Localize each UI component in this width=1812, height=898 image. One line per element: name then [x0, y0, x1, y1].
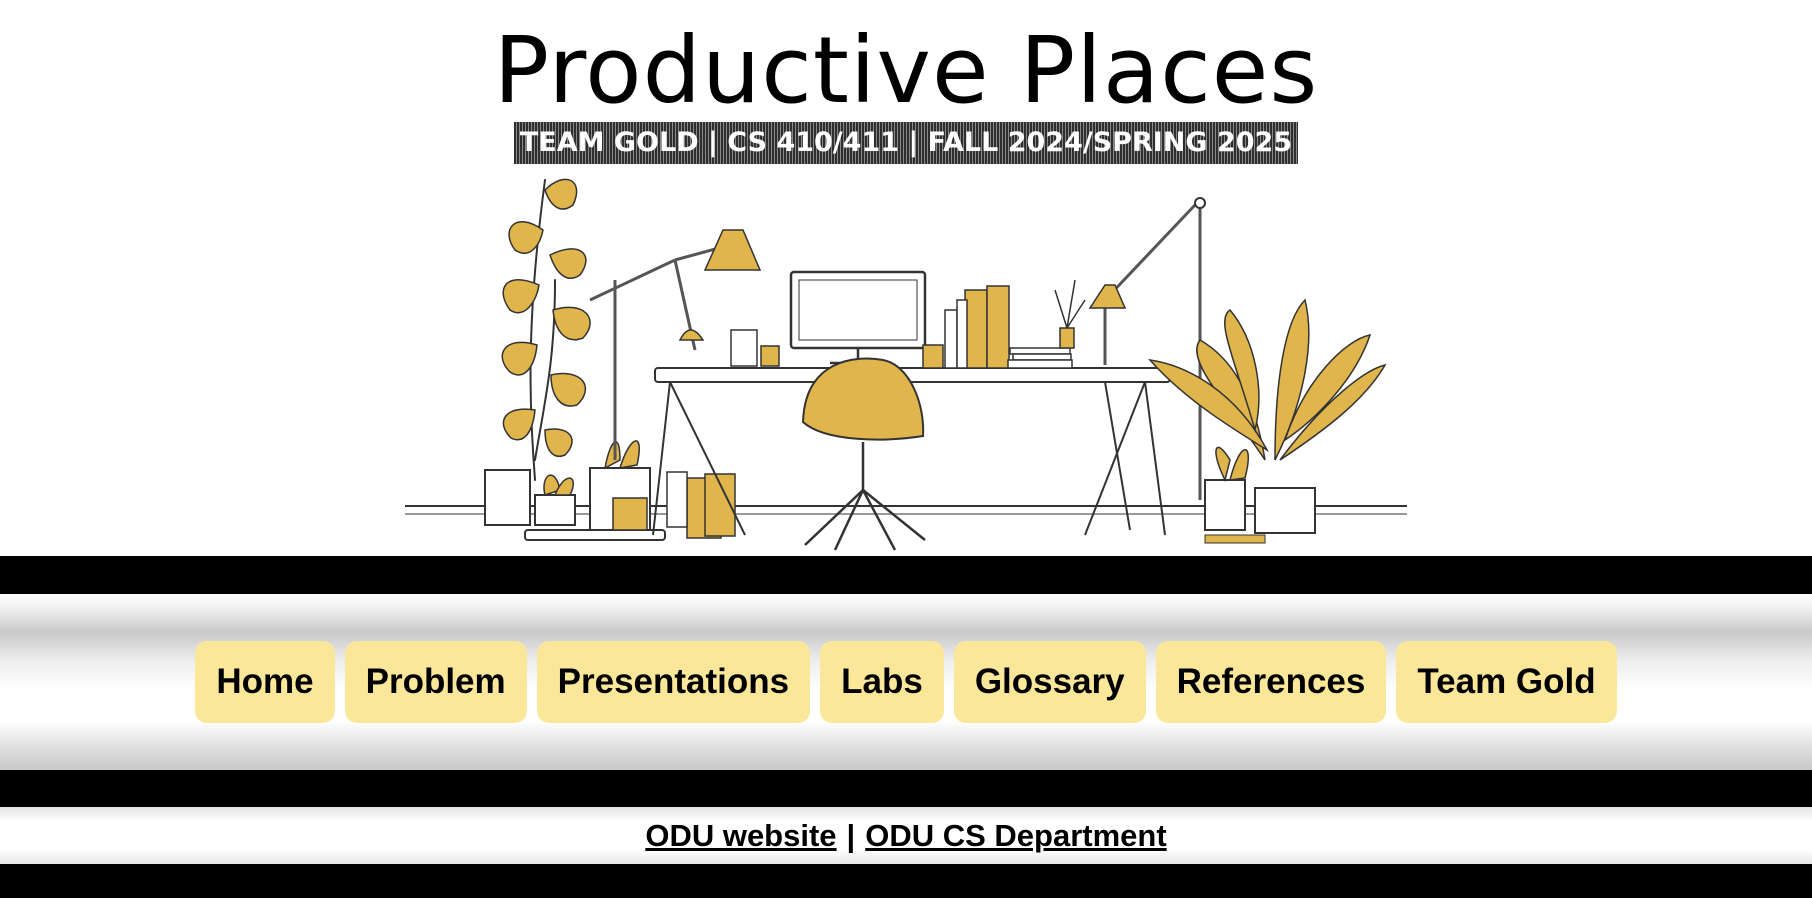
subtitle: TEAM GOLD | CS 410/411 | FALL 2024/SPRIN…: [513, 122, 1299, 164]
subtitle-wrap: TEAM GOLD | CS 410/411 | FALL 2024/SPRIN…: [0, 122, 1812, 164]
black-band-middle: [0, 770, 1812, 807]
nav-references-button[interactable]: References: [1155, 641, 1387, 723]
odu-cs-department-link[interactable]: ODU CS Department: [865, 818, 1166, 853]
pot-left: [484, 469, 531, 526]
left-plant-leaves: [501, 178, 591, 457]
page: Productive Places TEAM GOLD | CS 410/411…: [0, 0, 1812, 898]
odu-website-link[interactable]: ODU website: [645, 818, 836, 853]
header: Productive Places TEAM GOLD | CS 410/411…: [0, 0, 1812, 556]
pot-right: [1254, 487, 1316, 534]
black-band-bottom: [0, 864, 1812, 898]
lamp-shade: [703, 229, 762, 271]
right-lamp: [1103, 203, 1202, 500]
hero-illustration: [405, 178, 1407, 551]
nav-team-gold-button[interactable]: Team Gold: [1396, 641, 1617, 723]
footer-links: ODU website | ODU CS Department: [0, 807, 1812, 864]
main-nav: Home Problem Presentations Labs Glossary…: [0, 594, 1812, 770]
pencil-cup: [730, 329, 758, 367]
nav-home-button[interactable]: Home: [195, 641, 335, 723]
pot-small: [534, 494, 576, 526]
nav-presentations-button[interactable]: Presentations: [536, 641, 811, 723]
nav-problem-button[interactable]: Problem: [344, 641, 527, 723]
monitor: [789, 270, 927, 365]
chair: [801, 357, 926, 551]
nav-glossary-button[interactable]: Glossary: [953, 641, 1146, 723]
right-plant-leaves: [1148, 298, 1387, 461]
nav-labs-button[interactable]: Labs: [820, 641, 944, 723]
books: [922, 285, 1010, 369]
left-floor-lamp: [589, 243, 731, 460]
footer-separator: |: [846, 818, 856, 853]
nav-list: Home Problem Presentations Labs Glossary…: [0, 641, 1812, 723]
site-title: Productive Places: [493, 17, 1319, 124]
black-band-top: [0, 556, 1812, 594]
